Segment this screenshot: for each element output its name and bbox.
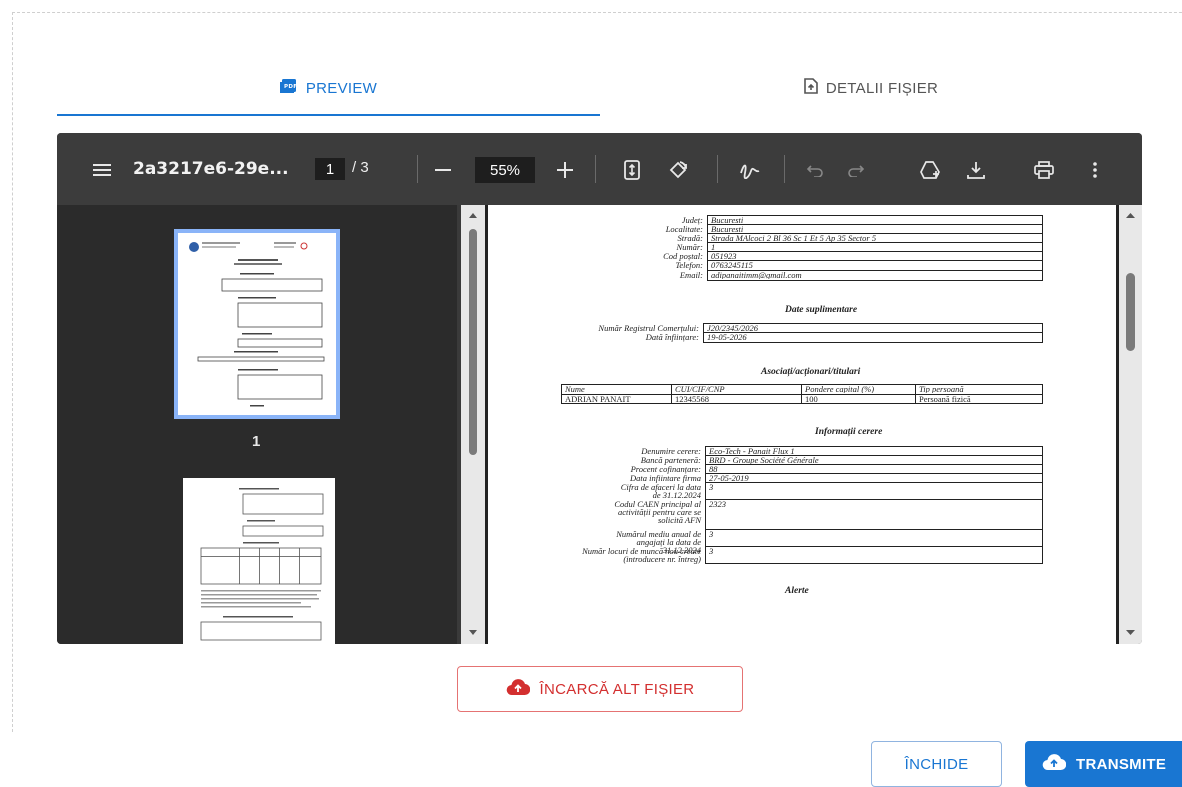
page-number-input[interactable]: 1 xyxy=(315,158,345,180)
field-label: Cifra de afaceri la data de 31.12.2024 xyxy=(620,482,701,500)
table-cell: ADRIAN PANAIT xyxy=(565,395,631,403)
close-button[interactable]: ÎNCHIDE xyxy=(871,741,1002,787)
field-value: adipanaitimm@gmail.com xyxy=(711,271,802,279)
tab-preview-label: PREVIEW xyxy=(305,79,378,97)
field-label: Email: xyxy=(679,270,703,280)
document-scrollbar[interactable] xyxy=(1119,205,1142,644)
section-title-shareholders: Asociați/acționari/titulari xyxy=(761,367,861,377)
field-label: Data infiintare firma xyxy=(630,473,701,483)
print-icon[interactable] xyxy=(1031,157,1057,183)
menu-icon[interactable] xyxy=(91,159,113,181)
field-label: Telefon: xyxy=(675,260,703,270)
file-upload-icon xyxy=(804,78,826,98)
field-value: 051923 xyxy=(711,252,737,260)
field-value: Bucuresti xyxy=(711,216,744,224)
field-label: Cod poștal: xyxy=(663,251,703,261)
draw-icon[interactable] xyxy=(737,158,763,182)
field-label: Număr: xyxy=(676,242,703,252)
field-label: Număr locuri de muncă nou create (introd… xyxy=(582,546,701,564)
more-options-icon[interactable] xyxy=(1085,157,1105,183)
svg-text:PDF: PDF xyxy=(284,84,297,90)
upload-another-file-button[interactable]: ÎNCARCĂ ALT FIȘIER xyxy=(457,666,743,712)
table-cell: 12345568 xyxy=(675,395,709,403)
toolbar-divider xyxy=(417,155,418,183)
column-header: Pondere capital (%) xyxy=(805,385,875,393)
download-icon[interactable] xyxy=(963,157,989,183)
page-total: / 3 xyxy=(352,159,369,176)
field-value: J20/2345/2026 xyxy=(707,324,758,332)
field-label: Localitate: xyxy=(665,224,703,234)
table-cell: 100 xyxy=(805,395,818,403)
field-value: Eco-Tech - Panait Flux 1 xyxy=(709,447,795,455)
section-title-request: Informații cerere xyxy=(815,427,883,437)
field-value: BRD - Groupe Société Générale xyxy=(709,456,819,464)
cloud-upload-icon xyxy=(506,678,540,700)
toolbar-divider xyxy=(784,155,785,183)
total-pages: 3 xyxy=(360,159,369,176)
send-button[interactable]: TRANSMITE xyxy=(1025,741,1182,787)
upload-button-label: ÎNCARCĂ ALT FIȘIER xyxy=(539,680,695,698)
pdf-viewer: 2a3217e6-29e... 1 / 3 55% 1 Județ: Bucur… xyxy=(57,133,1142,644)
document-page: Județ: Bucuresti Localitate: Bucuresti S… xyxy=(485,205,1119,644)
section-title-alerts: Alerte xyxy=(785,586,809,596)
send-button-label: TRANSMITE xyxy=(1076,755,1167,773)
table-divider xyxy=(915,384,916,404)
rotate-icon[interactable] xyxy=(665,158,691,182)
column-header: Nume xyxy=(565,385,585,393)
page-separator: / xyxy=(352,159,357,176)
field-label: Procent cofinanțare: xyxy=(630,464,701,474)
field-value: 1 xyxy=(711,243,716,251)
field-value: 0763245115 xyxy=(711,261,753,269)
pdf-icon: PDF xyxy=(279,78,306,98)
redo-icon[interactable] xyxy=(845,159,867,181)
tab-preview[interactable]: PDF PREVIEW xyxy=(57,60,600,116)
field-value: 88 xyxy=(709,465,718,473)
toolbar-divider xyxy=(717,155,718,183)
column-header: Tip persoană xyxy=(919,385,964,393)
field-label: Codul CAEN principal al activității pent… xyxy=(614,499,701,525)
field-label: Județ: xyxy=(681,215,703,225)
thumbnail-sidebar: 1 xyxy=(57,205,457,644)
field-value: 3 xyxy=(709,547,714,555)
fit-page-icon[interactable] xyxy=(620,158,644,182)
toolbar-divider xyxy=(595,155,596,183)
section-title-extra: Date suplimentare xyxy=(785,305,858,315)
cloud-upload-icon xyxy=(1042,753,1076,775)
zoom-out-icon[interactable] xyxy=(432,159,454,181)
field-label: Stradă: xyxy=(677,233,704,243)
field-value: 3 xyxy=(709,483,714,491)
field-value: Strada MAlcoci 2 Bl 36 Sc 1 Et 5 Ap 35 S… xyxy=(711,234,877,242)
thumbnail-page-number: 1 xyxy=(252,433,261,450)
zoom-in-icon[interactable] xyxy=(554,159,576,181)
undo-icon[interactable] xyxy=(804,159,826,181)
tab-bar: PDF PREVIEW DETALII FIȘIER xyxy=(57,60,1142,116)
column-header: CUI/CIF/CNP xyxy=(675,385,725,393)
table-divider xyxy=(801,384,802,404)
add-to-drive-icon[interactable] xyxy=(917,157,943,183)
field-label: Număr Registrul Comerțului: xyxy=(598,323,699,333)
field-label: Dată înființare: xyxy=(645,332,699,342)
field-label: Denumire cerere: xyxy=(641,446,701,456)
tab-details-label: DETALII FIȘIER xyxy=(825,79,939,97)
page-thumbnail-1[interactable] xyxy=(174,229,340,419)
page-thumbnail-2[interactable] xyxy=(183,478,335,644)
field-value: 19-05-2026 xyxy=(707,333,747,341)
zoom-level[interactable]: 55% xyxy=(475,157,535,183)
file-name: 2a3217e6-29e... xyxy=(133,159,289,179)
table-divider xyxy=(671,384,672,404)
active-tab-indicator xyxy=(57,114,600,116)
field-value: 2323 xyxy=(709,500,726,508)
field-value: 27-05-2019 xyxy=(709,474,749,482)
thumbnail-scrollbar[interactable] xyxy=(461,205,485,644)
field-label: Bancă parteneră: xyxy=(640,455,701,465)
field-value: 3 xyxy=(709,530,714,538)
pdf-toolbar: 2a3217e6-29e... 1 / 3 55% xyxy=(57,133,1142,205)
table-cell: Persoană fizică xyxy=(919,395,971,403)
field-value: Bucuresti xyxy=(711,225,744,233)
tab-details[interactable]: DETALII FIȘIER xyxy=(600,60,1142,116)
